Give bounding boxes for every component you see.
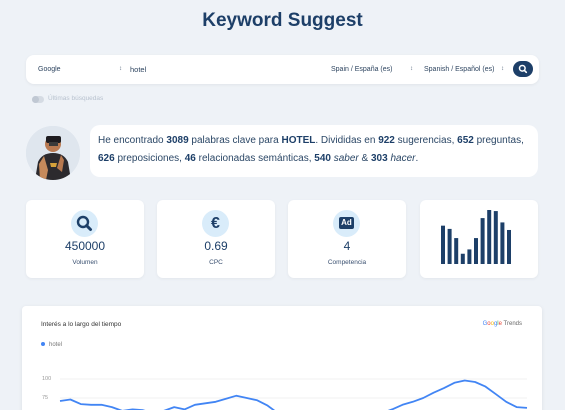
volume-value: 450000 bbox=[64, 239, 106, 253]
monthly-bars-chart bbox=[441, 210, 511, 264]
summary-text: sugerencias, bbox=[394, 135, 458, 146]
hacer-word: hacer bbox=[390, 153, 416, 164]
recent-searches-label: Últimas búsquedas bbox=[48, 95, 104, 102]
monthly-bar bbox=[441, 225, 445, 264]
suggestions-count: 922 bbox=[378, 135, 395, 146]
summary-keyword: HOTEL bbox=[281, 135, 316, 146]
saber-count: 540 bbox=[314, 153, 331, 164]
cpc-card: € 0.69 CPC bbox=[157, 200, 275, 278]
avatar-image bbox=[26, 126, 80, 180]
search-icon bbox=[518, 64, 528, 74]
monthly-bar bbox=[493, 211, 498, 264]
competition-value: 4 bbox=[343, 239, 351, 253]
toggle-knob bbox=[32, 96, 39, 103]
cpc-value: 0.69 bbox=[204, 239, 228, 253]
monthly-bar bbox=[467, 249, 472, 264]
trends-chart bbox=[59, 378, 528, 410]
summary-text: . bbox=[415, 153, 419, 164]
language-select[interactable]: Spanish / Español (es) ↕ bbox=[424, 55, 504, 84]
summary-text: relacionadas semánticas, bbox=[195, 153, 315, 164]
country-select-caret-icon: ↕ bbox=[410, 66, 413, 72]
page-title: Keyword Suggest bbox=[202, 10, 363, 31]
monthly-bar bbox=[480, 218, 485, 264]
ad-icon: Ad bbox=[333, 210, 360, 237]
euro-glyph: € bbox=[211, 215, 220, 232]
summary-bubble: He encontrado 3089 palabras clave para H… bbox=[90, 125, 538, 177]
prepositions-count: 626 bbox=[98, 153, 115, 164]
ad-glyph: Ad bbox=[339, 217, 354, 229]
monthly-bar bbox=[460, 253, 465, 264]
monthly-bar bbox=[507, 229, 511, 264]
volume-label: Volumen bbox=[72, 259, 98, 266]
monthly-bar bbox=[474, 238, 478, 264]
euro-icon: € bbox=[202, 210, 229, 237]
hacer-count: 303 bbox=[370, 153, 388, 164]
recent-searches-toggle[interactable] bbox=[32, 96, 44, 103]
keyword-count: 3089 bbox=[166, 135, 189, 146]
related-count: 46 bbox=[184, 153, 196, 164]
summary-text: preguntas, bbox=[473, 135, 524, 146]
search-button[interactable] bbox=[513, 61, 533, 77]
volume-card: 450000 Volumen bbox=[26, 200, 144, 278]
summary-text: . Divididas en bbox=[315, 135, 379, 146]
summary-text: He encontrado bbox=[98, 135, 167, 146]
summary-text: & bbox=[358, 153, 371, 164]
summary-text: preposiciones, bbox=[114, 153, 185, 164]
avatar bbox=[26, 126, 80, 180]
engine-select-caret-icon: ↕ bbox=[119, 66, 122, 72]
cpc-label: CPC bbox=[209, 259, 223, 266]
competition-label: Competencia bbox=[327, 259, 367, 266]
trends-panel: Interés a lo largo del tiempo Google Tre… bbox=[22, 306, 542, 410]
trend-line bbox=[59, 379, 528, 410]
monthly-bar bbox=[447, 228, 452, 264]
monthly-bars-card bbox=[420, 200, 538, 278]
monthly-bar bbox=[454, 238, 459, 264]
search-bar: Google ↕ hotel Spain / España (es) ↕ Spa… bbox=[26, 55, 539, 84]
questions-count: 652 bbox=[457, 135, 474, 146]
country-select-value: Spain / España (es) bbox=[331, 66, 393, 73]
summary-text: palabras clave para bbox=[188, 135, 282, 146]
search-icon bbox=[71, 210, 98, 237]
country-select[interactable]: Spain / España (es) ↕ bbox=[331, 55, 413, 84]
competition-card: Ad 4 Competencia bbox=[288, 200, 406, 278]
engine-select[interactable]: Google ↕ bbox=[38, 55, 122, 84]
language-select-caret-icon: ↕ bbox=[501, 66, 504, 72]
monthly-bar bbox=[487, 210, 492, 264]
saber-word: saber bbox=[333, 153, 359, 164]
engine-select-value: Google bbox=[38, 66, 61, 73]
keyword-input[interactable]: hotel bbox=[130, 55, 146, 84]
language-select-value: Spanish / Español (es) bbox=[424, 66, 495, 73]
monthly-bar bbox=[500, 222, 505, 264]
